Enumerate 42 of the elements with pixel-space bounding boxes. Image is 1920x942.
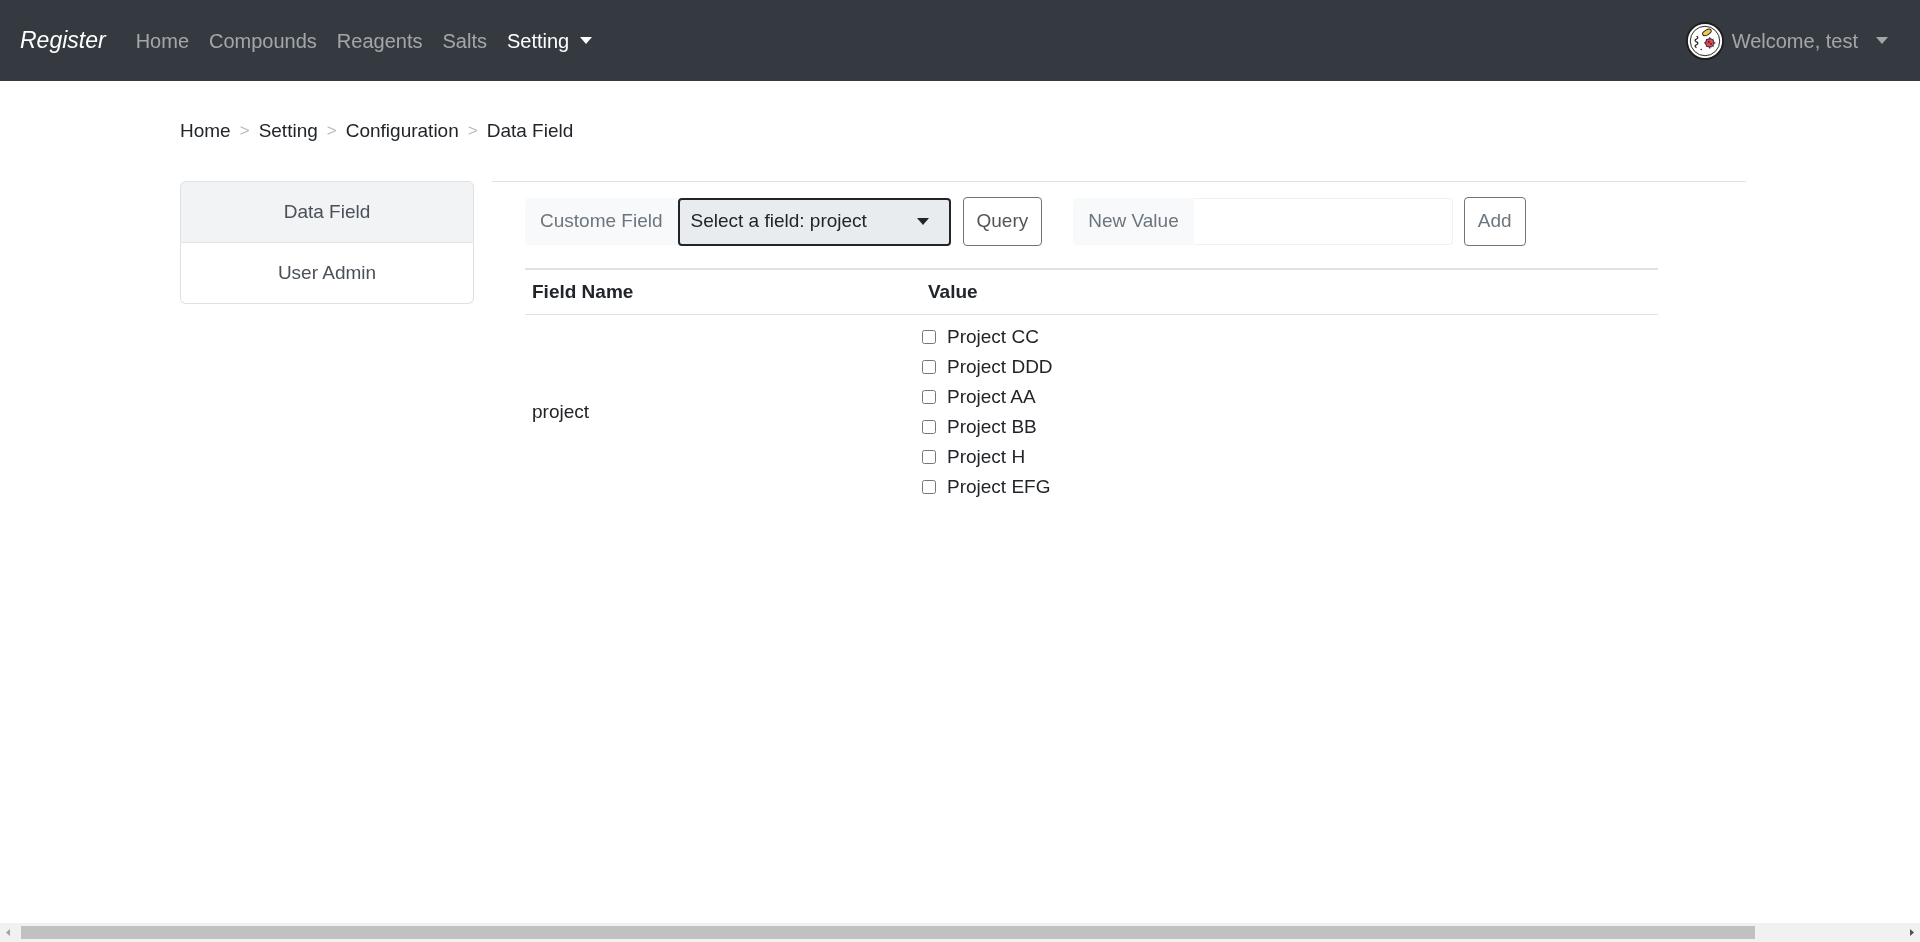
caret-icon <box>580 37 593 44</box>
nav-link[interactable]: Reagents <box>326 24 433 57</box>
new-value-label: New Value <box>1073 198 1194 245</box>
brand-title[interactable]: Register <box>20 29 106 52</box>
value-checkbox[interactable] <box>922 450 936 464</box>
add-button[interactable]: Add <box>1463 197 1526 246</box>
breadcrumb-link[interactable]: Home <box>180 116 231 146</box>
field-name-cell: project <box>525 314 921 509</box>
nav-link[interactable]: Home <box>125 24 199 57</box>
breadcrumb-current: Data Field <box>486 119 574 143</box>
value-label: Project EFG <box>947 475 1051 499</box>
value-checkbox[interactable] <box>922 330 936 344</box>
column-header: Field Name <box>525 269 921 315</box>
nav-link[interactable]: Salts <box>432 24 497 57</box>
microbe-avatar-icon <box>1685 21 1724 60</box>
field-label: Custome Field <box>525 198 678 245</box>
value-label: Project AA <box>947 385 1036 409</box>
caret-icon <box>916 218 929 225</box>
caret-icon <box>1876 37 1888 44</box>
column-header: Value <box>921 269 1658 315</box>
sidebar-item[interactable]: User Admin <box>180 243 474 304</box>
breadcrumb-link[interactable]: Setting <box>258 116 318 146</box>
nav-link[interactable]: Compounds <box>199 24 327 57</box>
horizontal-scrollbar[interactable] <box>0 923 1920 942</box>
value-label: Project BB <box>947 415 1037 439</box>
breadcrumb-link[interactable]: Configuration <box>345 116 459 146</box>
value-checkbox[interactable] <box>922 390 936 404</box>
sidebar-item[interactable]: Data Field <box>180 181 474 243</box>
value-label: Project DDD <box>947 355 1053 379</box>
scrollbar-thumb[interactable] <box>21 926 1755 939</box>
breadcrumb-separator: > <box>467 120 478 142</box>
query-button[interactable]: Query <box>962 197 1043 246</box>
value-checkbox[interactable] <box>922 420 936 434</box>
field-select[interactable]: Select a field: project <box>677 197 951 246</box>
breadcrumb-separator: > <box>239 120 250 142</box>
value-label: Project CC <box>947 325 1039 349</box>
nav-dropdown[interactable]: Setting <box>496 24 603 57</box>
breadcrumb-separator: > <box>326 120 337 142</box>
value-label: Project H <box>947 445 1026 469</box>
user-menu[interactable]: Welcome, test <box>1675 17 1902 64</box>
value-checkbox[interactable] <box>922 480 936 494</box>
value-checkbox[interactable] <box>922 360 936 374</box>
